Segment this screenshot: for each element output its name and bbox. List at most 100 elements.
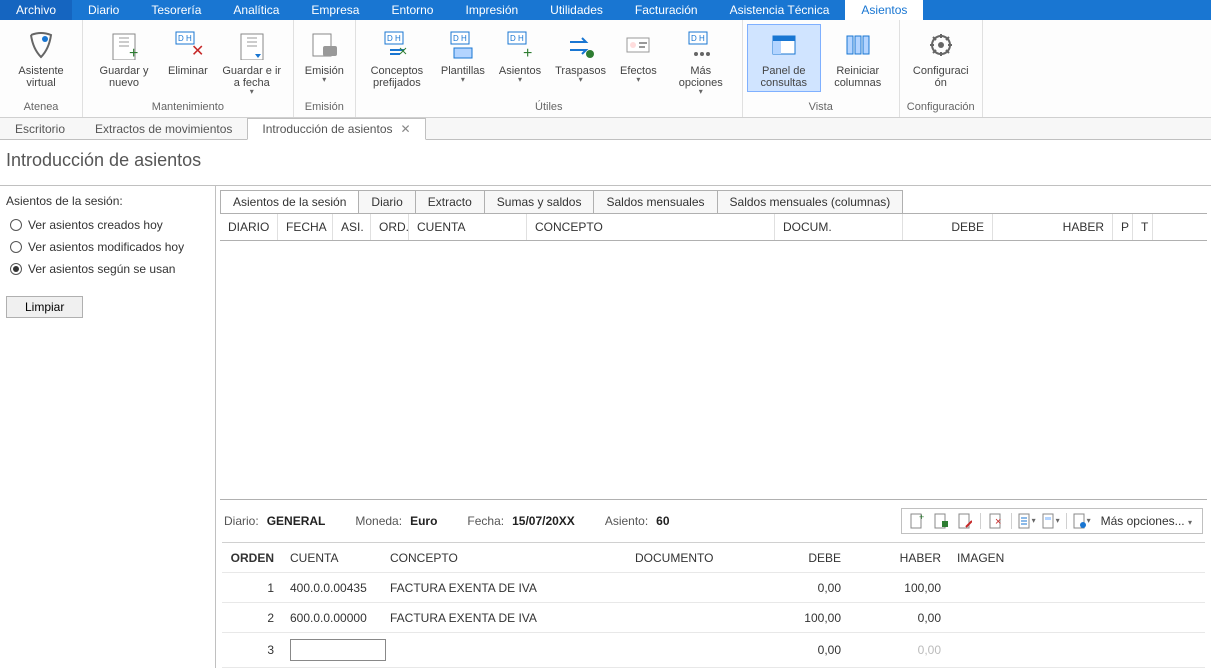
- inner-tab-diario[interactable]: Diario: [358, 190, 415, 213]
- reiniciar-columnas-icon: [840, 27, 876, 63]
- cell-imagen: [949, 644, 1205, 656]
- ver-modificados-label: Ver asientos modificados hoy: [28, 240, 184, 254]
- close-icon[interactable]: ✕: [401, 122, 411, 136]
- ver-modificados-radio[interactable]: Ver asientos modificados hoy: [10, 240, 205, 254]
- grid-col-diario[interactable]: DIARIO: [220, 214, 278, 240]
- side-panel: Asientos de la sesión: Ver asientos crea…: [0, 186, 215, 668]
- table-row[interactable]: 30,000,00: [222, 633, 1205, 668]
- ribbon-group-útiles: Útiles: [360, 99, 738, 117]
- cell-documento: [627, 582, 749, 594]
- ver-segun-usan-radio[interactable]: Ver asientos según se usan: [10, 262, 205, 276]
- traspasos-icon: [563, 27, 599, 63]
- grid-col-concepto[interactable]: CONCEPTO: [527, 214, 775, 240]
- cell-debe: 100,00: [749, 605, 849, 631]
- asistente-virtual-button[interactable]: Asistente virtual: [4, 24, 78, 92]
- eliminar-label: Eliminar: [168, 65, 208, 77]
- doc-edit-icon[interactable]: [954, 511, 976, 531]
- doc-list2-icon[interactable]: ▾: [1040, 511, 1062, 531]
- cell-cuenta: 600.0.0.00000: [282, 605, 382, 631]
- main-panel: Asientos de la sesiónDiarioExtractoSumas…: [215, 186, 1211, 668]
- inner-tab-saldos-mensuales[interactable]: Saldos mensuales: [593, 190, 717, 213]
- col-concepto: CONCEPTO: [382, 545, 627, 571]
- reiniciar-columnas-label: Reiniciar columnas: [828, 65, 888, 89]
- cuenta-input[interactable]: [290, 639, 386, 661]
- menu-empresa[interactable]: Empresa: [295, 0, 375, 20]
- doc-add-icon[interactable]: [930, 511, 952, 531]
- inner-tab-extracto[interactable]: Extracto: [415, 190, 485, 213]
- doc-tab-escritorio[interactable]: Escritorio: [0, 118, 80, 139]
- grid-col-docum[interactable]: DOCUM.: [775, 214, 903, 240]
- status-toolbar: + × ▾ ▾ ▾ Más opciones... ▾: [901, 508, 1203, 534]
- menu-archivo[interactable]: Archivo: [0, 0, 72, 20]
- table-row[interactable]: 1400.0.0.00435FACTURA EXENTA DE IVA0,001…: [222, 573, 1205, 603]
- guardar-e-ir-a-fecha-button[interactable]: Guardar e ir a fecha▾: [215, 24, 289, 99]
- traspasos-button[interactable]: Traspasos▾: [548, 24, 613, 87]
- fecha-value: 15/07/20XX: [512, 514, 575, 528]
- panel-de-consultas-button[interactable]: Panel de consultas: [747, 24, 821, 92]
- svg-text:D H: D H: [453, 34, 467, 43]
- menu-facturaci-n[interactable]: Facturación: [619, 0, 714, 20]
- chevron-down-icon: ▾: [461, 75, 465, 84]
- inner-tab-saldos-mensuales-columnas-[interactable]: Saldos mensuales (columnas): [717, 190, 904, 213]
- ribbon-group-configuración: Configuración: [904, 99, 978, 117]
- inner-tab-sumas-y-saldos[interactable]: Sumas y saldos: [484, 190, 595, 213]
- configuracion-button[interactable]: Configuración: [904, 24, 978, 92]
- doc-list1-icon[interactable]: ▾: [1016, 511, 1038, 531]
- panel-de-consultas-label: Panel de consultas: [754, 65, 814, 89]
- grid-col-ord[interactable]: ORD.: [371, 214, 409, 240]
- doc-tab-introducci-n-de-asientos[interactable]: Introducción de asientos✕: [247, 118, 425, 140]
- mas-opciones-button[interactable]: Más opciones... ▾: [1095, 514, 1198, 528]
- menu-asistencia-t-cnica[interactable]: Asistencia Técnica: [714, 0, 846, 20]
- lines-header: ORDEN CUENTA CONCEPTO DOCUMENTO DEBE HAB…: [222, 543, 1205, 573]
- doc-new-icon[interactable]: +: [906, 511, 928, 531]
- ver-creados-radio[interactable]: Ver asientos creados hoy: [10, 218, 205, 232]
- chevron-down-icon: ▾: [699, 87, 703, 96]
- inner-tab-asientos-de-la-sesi-n[interactable]: Asientos de la sesión: [220, 190, 359, 213]
- plantillas-icon: D H: [445, 27, 481, 63]
- doc-list3-icon[interactable]: ▾: [1071, 511, 1093, 531]
- menu-asientos[interactable]: Asientos: [845, 0, 923, 20]
- guardar-y-nuevo-label: Guardar y nuevo: [94, 65, 154, 89]
- efectos-icon: [620, 27, 656, 63]
- configuracion-icon: [923, 27, 959, 63]
- panel-de-consultas-icon: [766, 27, 802, 63]
- grid-col-haber[interactable]: HABER: [993, 214, 1113, 240]
- radio-icon: [10, 263, 22, 275]
- grid-col-fecha[interactable]: FECHA: [278, 214, 333, 240]
- menu-entorno[interactable]: Entorno: [375, 0, 449, 20]
- asientos-button[interactable]: D H+Asientos▾: [492, 24, 548, 87]
- menu-utilidades[interactable]: Utilidades: [534, 0, 619, 20]
- mas-opciones-button[interactable]: D HMás opciones▾: [664, 24, 738, 99]
- grid-col-p[interactable]: P: [1113, 214, 1133, 240]
- doc-tab-extractos-de-movimientos[interactable]: Extractos de movimientos: [80, 118, 247, 139]
- efectos-button[interactable]: Efectos▾: [613, 24, 664, 87]
- emision-button[interactable]: Emisión▾: [298, 24, 351, 87]
- eliminar-button[interactable]: D H✕Eliminar: [161, 24, 215, 80]
- menu-diario[interactable]: Diario: [72, 0, 135, 20]
- radio-icon: [10, 219, 22, 231]
- reiniciar-columnas-button[interactable]: Reiniciar columnas: [821, 24, 895, 92]
- conceptos-prefijados-icon: D H: [379, 27, 415, 63]
- chevron-down-icon: ▾: [322, 75, 326, 84]
- grid-col-cuenta[interactable]: CUENTA: [409, 214, 527, 240]
- col-cuenta: CUENTA: [282, 545, 382, 571]
- menu-tesorer-a[interactable]: Tesorería: [135, 0, 217, 20]
- cell-haber: 0,00: [849, 637, 949, 663]
- grid-col-t[interactable]: T: [1133, 214, 1153, 240]
- limpiar-button[interactable]: Limpiar: [6, 296, 83, 318]
- conceptos-prefijados-button[interactable]: D HConceptos prefijados: [360, 24, 434, 92]
- diario-label: Diario:: [224, 514, 259, 528]
- menu-anal-tica[interactable]: Analítica: [217, 0, 295, 20]
- table-row[interactable]: 2600.0.0.00000FACTURA EXENTA DE IVA100,0…: [222, 603, 1205, 633]
- grid-col-debe[interactable]: DEBE: [903, 214, 993, 240]
- col-haber: HABER: [849, 545, 949, 571]
- side-title: Asientos de la sesión:: [6, 194, 209, 208]
- cell-cuenta: [282, 633, 382, 667]
- cell-orden: 2: [222, 605, 282, 631]
- grid-col-asi[interactable]: ASI.: [333, 214, 371, 240]
- guardar-y-nuevo-button[interactable]: +Guardar y nuevo: [87, 24, 161, 92]
- menu-impresi-n[interactable]: Impresión: [449, 0, 534, 20]
- radio-icon: [10, 241, 22, 253]
- doc-delete-icon[interactable]: ×: [985, 511, 1007, 531]
- plantillas-button[interactable]: D HPlantillas▾: [434, 24, 492, 87]
